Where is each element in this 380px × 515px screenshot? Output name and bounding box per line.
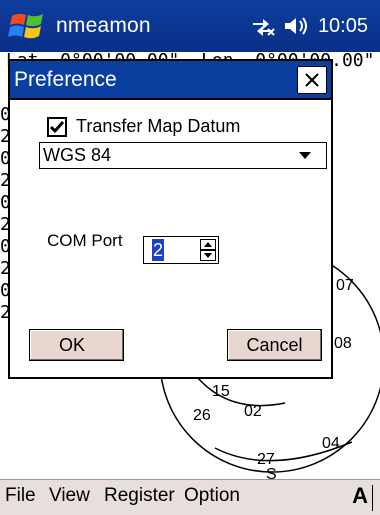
menu-bar: File View Register Option A bbox=[0, 479, 380, 515]
cancel-button[interactable]: Cancel bbox=[227, 329, 322, 361]
com-port-label: COM Port bbox=[47, 231, 123, 250]
close-icon bbox=[305, 73, 319, 87]
dialog-title: Preference bbox=[10, 61, 331, 98]
com-port-decrement[interactable] bbox=[200, 250, 216, 261]
check-mark-icon bbox=[49, 120, 65, 133]
menu-option[interactable]: Option bbox=[184, 485, 240, 507]
com-port-value[interactable]: 2 bbox=[151, 238, 165, 262]
transfer-datum-checkbox[interactable] bbox=[47, 116, 67, 137]
close-button[interactable] bbox=[297, 66, 327, 94]
satellite-label: 02 bbox=[244, 403, 262, 420]
arrow-down-icon bbox=[204, 253, 212, 258]
datum-select[interactable]: WGS 84 bbox=[39, 142, 327, 169]
satellite-label: 15 bbox=[212, 383, 230, 400]
com-port-increment[interactable] bbox=[200, 239, 216, 250]
chevron-down-icon bbox=[299, 152, 311, 159]
preference-dialog: Preference Transfer Map Datum WGS 84 COM… bbox=[8, 59, 333, 379]
transfer-datum-label: Transfer Map Datum bbox=[76, 116, 241, 136]
arrow-up-icon bbox=[204, 242, 212, 247]
satellite-label: 26 bbox=[193, 407, 211, 424]
menu-separator bbox=[372, 485, 373, 511]
menu-register[interactable]: Register bbox=[104, 485, 175, 507]
screen: nmeamon 10:05 Lat 0°00'00.00" Lon 0°00'0… bbox=[0, 0, 380, 515]
transfer-datum-checkbox-row[interactable]: Transfer Map Datum bbox=[47, 116, 240, 137]
datum-select-value: WGS 84 bbox=[43, 145, 112, 165]
input-panel-button[interactable]: A bbox=[352, 483, 368, 509]
ok-button[interactable]: OK bbox=[29, 329, 124, 361]
menu-file[interactable]: File bbox=[5, 485, 36, 507]
dialog-body: Transfer Map Datum WGS 84 COM Port 2 OK … bbox=[10, 98, 331, 376]
satellite-label: 08 bbox=[334, 335, 352, 352]
com-port-stepper[interactable]: 2 bbox=[143, 236, 219, 264]
satellite-label: 07 bbox=[336, 277, 354, 294]
menu-view[interactable]: View bbox=[49, 485, 90, 507]
satellite-label: 04 bbox=[322, 435, 340, 452]
